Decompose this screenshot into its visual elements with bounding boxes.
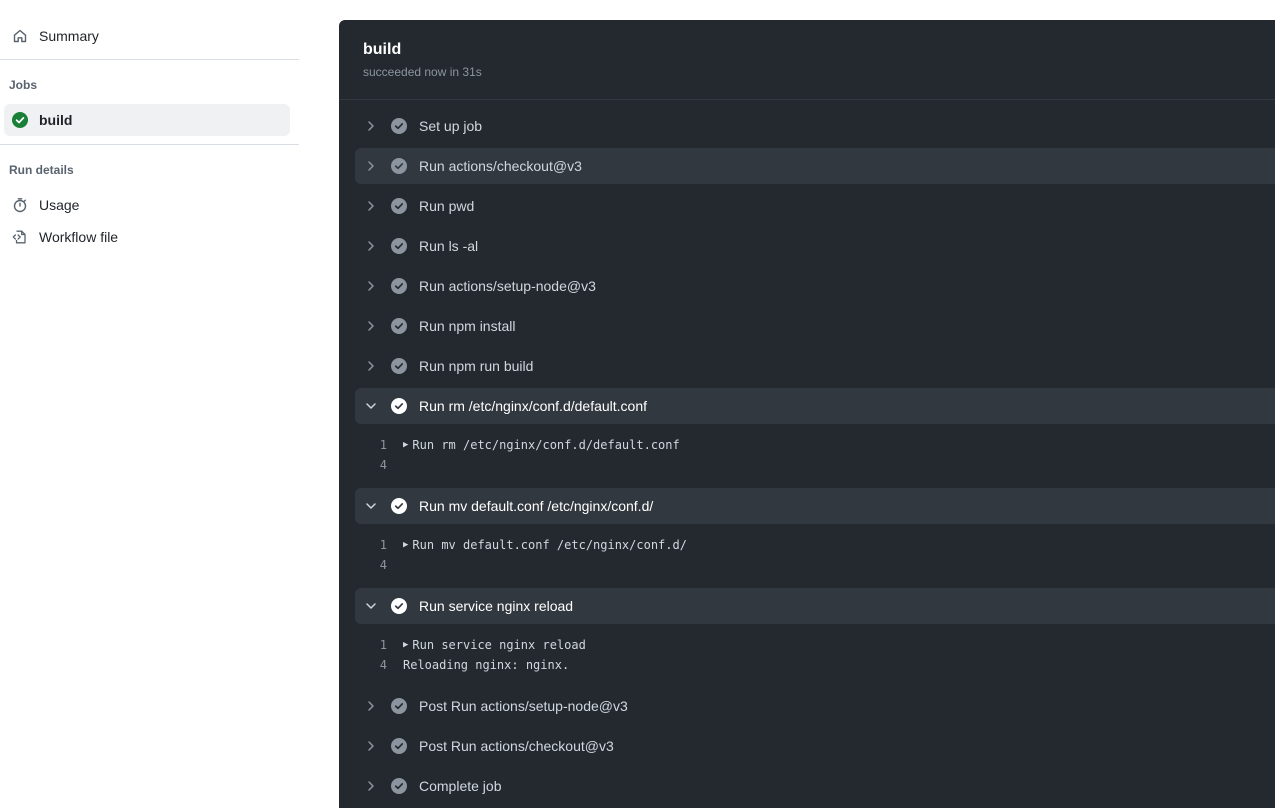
check-circle-icon	[391, 158, 407, 174]
step-label: Post Run actions/setup-node@v3	[419, 698, 628, 714]
check-circle-icon	[391, 398, 407, 414]
step-label: Set up job	[419, 118, 483, 134]
chevron-right-icon	[363, 698, 379, 714]
home-icon	[11, 27, 29, 45]
jobs-heading: Jobs	[9, 78, 38, 92]
step-checkout[interactable]: Run actions/checkout@v3	[355, 148, 1275, 184]
step-set-up-job[interactable]: Set up job	[355, 108, 1275, 144]
line-number: 4	[379, 558, 387, 572]
job-header: build succeeded now in 31s	[339, 20, 1275, 100]
log-line[interactable]: 1 ▶ Run mv default.conf /etc/nginx/conf.d/	[355, 535, 687, 555]
summary-link[interactable]: Summary	[4, 20, 290, 52]
log-text: Reloading nginx: nginx.	[403, 658, 570, 672]
step-label: Run rm /etc/nginx/conf.d/default.conf	[419, 398, 648, 414]
workflow-file-link[interactable]: Workflow file	[4, 221, 290, 253]
step-label: Post Run actions/checkout@v3	[419, 738, 614, 754]
step-label: Complete job	[419, 778, 502, 794]
summary-label: Summary	[39, 28, 99, 44]
log-line[interactable]: 1 ▶ Run rm /etc/nginx/conf.d/default.conf	[355, 435, 680, 455]
chevron-right-icon	[363, 118, 379, 134]
sidebar-divider	[0, 144, 299, 145]
chevron-right-icon	[363, 238, 379, 254]
step-label: Run npm run build	[419, 358, 534, 374]
step-label: Run npm install	[419, 318, 516, 334]
step-label: Run actions/setup-node@v3	[419, 278, 596, 294]
sidebar-divider	[0, 59, 299, 60]
chevron-right-icon	[363, 778, 379, 794]
chevron-down-icon	[363, 398, 379, 414]
chevron-right-icon	[363, 318, 379, 334]
chevron-down-icon	[363, 498, 379, 514]
log-text: Run mv default.conf /etc/nginx/conf.d/	[412, 538, 687, 552]
step-label: Run service nginx reload	[419, 598, 574, 614]
step-label: Run mv default.conf /etc/nginx/conf.d/	[419, 498, 654, 514]
step-complete-job[interactable]: Complete job	[355, 768, 1275, 804]
step-post-checkout[interactable]: Post Run actions/checkout@v3	[355, 728, 1275, 764]
check-circle-icon	[391, 778, 407, 794]
file-code-icon	[11, 228, 29, 246]
step-label: Run ls -al	[419, 238, 479, 254]
expand-triangle-icon[interactable]: ▶	[403, 440, 408, 450]
chevron-right-icon	[363, 738, 379, 754]
step-setup-node[interactable]: Run actions/setup-node@v3	[355, 268, 1275, 304]
chevron-right-icon	[363, 358, 379, 374]
usage-label: Usage	[39, 197, 80, 213]
job-log-panel: build succeeded now in 31s Set up job Ru…	[339, 20, 1275, 808]
step-npm-run-build[interactable]: Run npm run build	[355, 348, 1275, 384]
step-run-ls[interactable]: Run ls -al	[355, 228, 1275, 264]
chevron-right-icon	[363, 158, 379, 174]
log-line[interactable]: 1 ▶ Run service nginx reload	[355, 635, 586, 655]
line-number: 1	[379, 438, 387, 452]
workflow-file-label: Workflow file	[39, 229, 119, 245]
step-label: Run pwd	[419, 198, 475, 214]
log-line: 4 Reloading nginx: nginx.	[355, 655, 569, 675]
line-number: 4	[379, 658, 387, 672]
check-circle-fill-icon	[11, 111, 29, 129]
expand-triangle-icon[interactable]: ▶	[403, 540, 408, 550]
job-status-text: succeeded now in 31s	[363, 65, 482, 79]
check-circle-icon	[391, 498, 407, 514]
log-text: Run rm /etc/nginx/conf.d/default.conf	[412, 438, 680, 452]
job-label: build	[39, 112, 73, 128]
check-circle-icon	[391, 238, 407, 254]
log-line: 4	[355, 555, 403, 575]
step-mv-default-conf[interactable]: Run mv default.conf /etc/nginx/conf.d/	[355, 488, 1275, 524]
line-number: 1	[379, 638, 387, 652]
expand-triangle-icon[interactable]: ▶	[403, 640, 408, 650]
check-circle-icon	[391, 278, 407, 294]
check-circle-icon	[391, 598, 407, 614]
step-run-pwd[interactable]: Run pwd	[355, 188, 1275, 224]
check-circle-icon	[391, 738, 407, 754]
stopwatch-icon	[11, 196, 29, 214]
line-number: 4	[379, 458, 387, 472]
check-circle-icon	[391, 698, 407, 714]
sidebar: Summary Jobs build Run details Usage Wor…	[0, 0, 299, 808]
step-label: Run actions/checkout@v3	[419, 158, 582, 174]
check-circle-icon	[391, 198, 407, 214]
step-npm-install[interactable]: Run npm install	[355, 308, 1275, 344]
log-line: 4	[355, 455, 403, 475]
log-text: Run service nginx reload	[412, 638, 586, 652]
run-details-heading: Run details	[9, 163, 74, 177]
line-number: 1	[379, 538, 387, 552]
job-title: build	[363, 41, 402, 58]
check-circle-icon	[391, 118, 407, 134]
chevron-right-icon	[363, 278, 379, 294]
chevron-right-icon	[363, 198, 379, 214]
step-post-setup-node[interactable]: Post Run actions/setup-node@v3	[355, 688, 1275, 724]
step-rm-default-conf[interactable]: Run rm /etc/nginx/conf.d/default.conf	[355, 388, 1275, 424]
check-circle-icon	[391, 358, 407, 374]
chevron-down-icon	[363, 598, 379, 614]
step-nginx-reload[interactable]: Run service nginx reload	[355, 588, 1275, 624]
usage-link[interactable]: Usage	[4, 189, 290, 221]
sidebar-job-build[interactable]: build	[4, 104, 290, 136]
check-circle-icon	[391, 318, 407, 334]
